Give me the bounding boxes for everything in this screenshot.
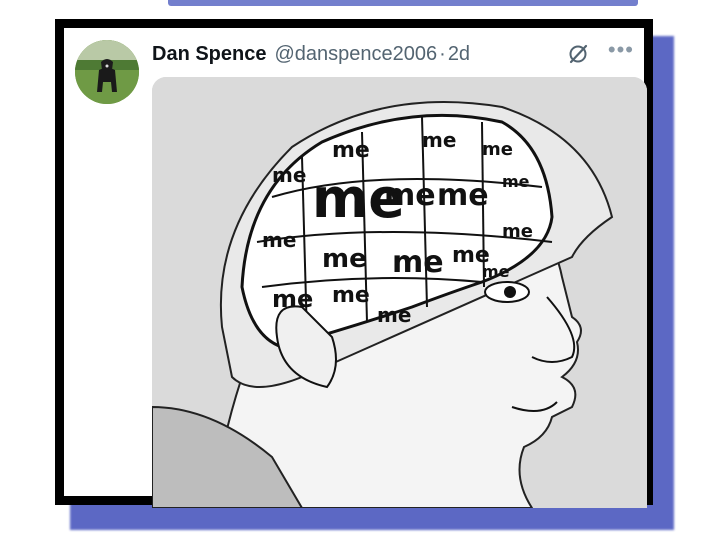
me-word: me [392, 245, 444, 280]
user-handle[interactable]: @danspence2006 [274, 43, 437, 66]
me-word: me [482, 262, 510, 281]
separator-dot: · [439, 42, 446, 65]
grok-icon[interactable] [566, 42, 590, 66]
tweet-header: Dan Spence @danspence2006 · 2d ••• [152, 39, 634, 67]
me-word: me [502, 221, 533, 242]
me-word: me [332, 138, 370, 163]
avatar[interactable] [75, 40, 139, 104]
tweet-inner: Dan Spence @danspence2006 · 2d ••• me me… [64, 28, 647, 508]
timestamp[interactable]: 2d [448, 43, 470, 66]
me-word: me [384, 178, 436, 213]
me-word: me [332, 283, 370, 308]
meme-illustration: me me me me me me me me me me me me me m… [152, 77, 647, 508]
me-word: me [437, 178, 489, 213]
me-word: me [322, 244, 367, 274]
display-name[interactable]: Dan Spence [152, 43, 266, 66]
top-shadow-decoration [168, 0, 638, 6]
tweet-media-image[interactable]: me me me me me me me me me me me me me m… [152, 77, 647, 508]
me-word: me [377, 303, 411, 327]
me-word: me [482, 139, 513, 160]
me-word: me [422, 128, 456, 152]
me-word: me [272, 285, 313, 313]
avatar-image [75, 40, 139, 104]
tweet-card[interactable]: Dan Spence @danspence2006 · 2d ••• me me… [55, 19, 653, 508]
me-word: me [272, 163, 306, 187]
more-dots-icon[interactable]: ••• [608, 39, 634, 63]
me-word: me [262, 228, 296, 252]
me-word: me [502, 172, 530, 191]
